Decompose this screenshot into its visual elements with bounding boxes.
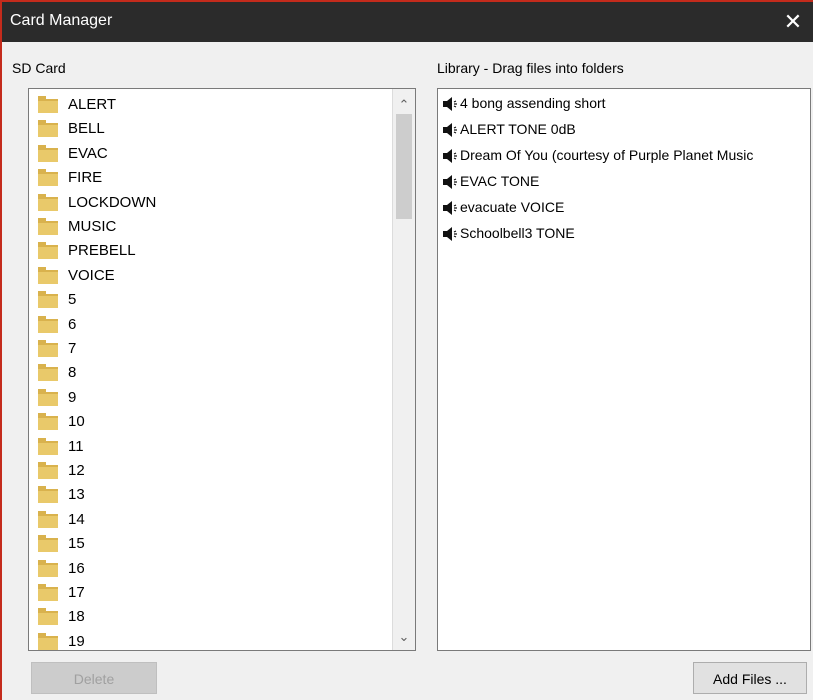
sd-card-scrollbar[interactable]: ⌃ ⌄: [392, 89, 415, 650]
folder-icon: [38, 388, 58, 406]
library-file-name: Dream Of You (courtesy of Purple Planet …: [460, 147, 754, 163]
folder-icon: [38, 218, 58, 235]
folder-name: 7: [68, 340, 77, 357]
folder-name: ALERT: [68, 96, 117, 113]
sd-card-folder-list[interactable]: ALERT BELL EVAC FIRE LOCKDOWN MUSIC PREBELL VOI…: [28, 88, 416, 651]
folder-icon: [38, 193, 58, 211]
speaker-icon: [443, 201, 457, 215]
folder-name: 13: [68, 486, 85, 504]
library-file-list[interactable]: 4 bong assending short ALERT TONE 0dB Drea…: [437, 88, 811, 651]
folder-icon: [38, 242, 58, 260]
folder-name: 18: [68, 608, 85, 626]
folder-icon: [38, 144, 58, 162]
folder-icon: [38, 169, 58, 187]
folder-icon: [38, 120, 58, 138]
folder-icon: [38, 340, 58, 357]
folder-icon: [38, 535, 58, 553]
speaker-icon: [443, 123, 457, 137]
card-manager-window: Card Manager ✕ SD Card Library - Drag fi…: [0, 0, 813, 700]
folder-name: EVAC: [68, 144, 108, 162]
scroll-thumb[interactable]: [396, 114, 412, 219]
folder-name: 19: [68, 632, 85, 650]
folder-icon: [38, 437, 58, 455]
folder-name: FIRE: [68, 169, 103, 187]
folder-icon: [38, 608, 58, 626]
library-file-name: evacuate VOICE: [460, 199, 565, 215]
speaker-icon: [443, 227, 457, 241]
close-icon[interactable]: ✕: [773, 2, 813, 42]
folder-name: 10: [68, 413, 85, 431]
folder-name: 15: [68, 535, 85, 553]
add-files-button[interactable]: Add Files ...: [693, 662, 807, 694]
folder-icon: [38, 364, 58, 382]
folder-icon: [38, 632, 58, 650]
folder-icon: [38, 486, 58, 504]
folder-name: 12: [68, 462, 85, 479]
folder-icon: [38, 96, 58, 113]
folder-name: 11: [68, 437, 84, 455]
speaker-icon: [443, 97, 457, 111]
folder-name: 8: [68, 364, 77, 382]
folder-name: MUSIC: [68, 218, 117, 235]
folder-icon: [38, 413, 58, 431]
folder-icon: [38, 315, 58, 333]
folder-name: 5: [68, 291, 77, 309]
speaker-icon: [443, 175, 457, 189]
folder-icon: [38, 462, 58, 479]
folder-icon: [38, 510, 58, 528]
title-bar: Card Manager ✕: [2, 2, 813, 42]
delete-button[interactable]: Delete: [31, 662, 157, 694]
folder-name: 17: [68, 584, 85, 601]
folder-name: BELL: [68, 120, 105, 138]
scroll-up-arrow[interactable]: ⌃: [393, 96, 415, 114]
sd-card-label: SD Card: [12, 60, 66, 76]
folder-name: PREBELL: [68, 242, 136, 260]
scroll-down-arrow[interactable]: ⌄: [393, 628, 415, 646]
folder-name: 9: [68, 388, 77, 406]
library-file-name: Schoolbell3 TONE: [460, 225, 575, 241]
library-label: Library - Drag files into folders: [437, 60, 624, 76]
library-file-name: EVAC TONE: [460, 173, 540, 189]
speaker-icon: [443, 149, 457, 163]
library-file-name: ALERT TONE 0dB: [460, 121, 576, 137]
folder-icon: [38, 266, 58, 284]
folder-name: LOCKDOWN: [68, 193, 157, 211]
folder-icon: [38, 584, 58, 601]
folder-icon: [38, 559, 58, 577]
folder-icon: [38, 291, 58, 309]
folder-name: 6: [68, 315, 77, 333]
window-title: Card Manager: [10, 12, 113, 29]
folder-name: 14: [68, 510, 85, 528]
folder-name: VOICE: [68, 266, 115, 284]
folder-name: 16: [68, 559, 85, 577]
library-file-name: 4 bong assending short: [460, 95, 606, 111]
